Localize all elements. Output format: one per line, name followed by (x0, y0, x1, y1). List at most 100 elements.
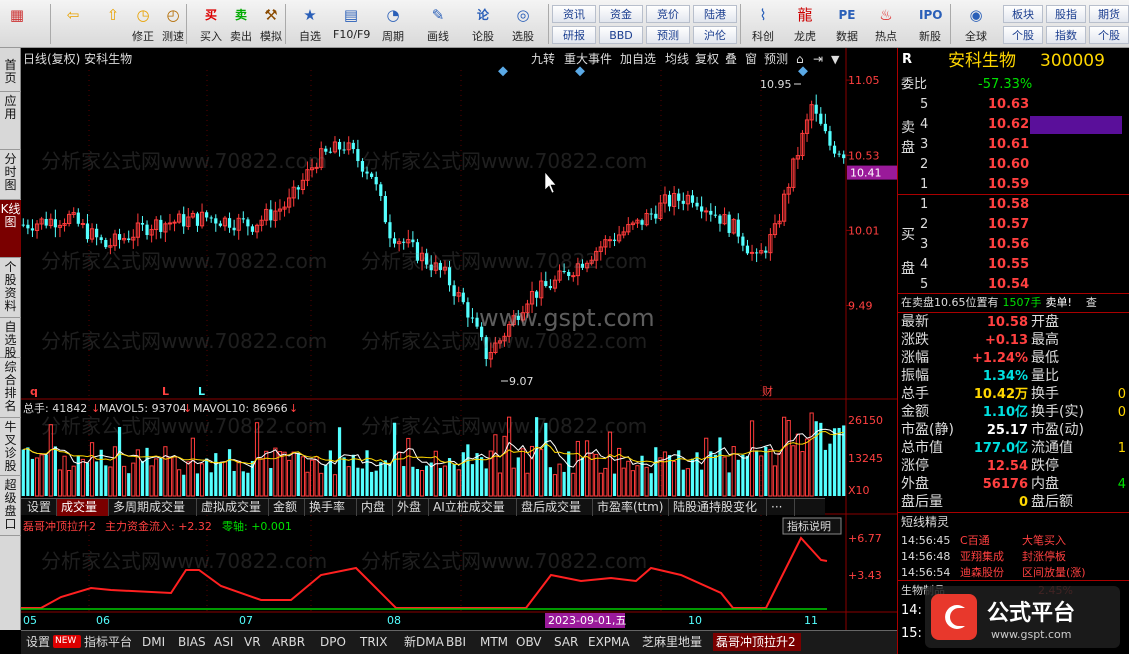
left-tab[interactable]: 应用 (0, 92, 21, 150)
sell-price[interactable]: 10.60 (988, 156, 1029, 173)
indicator-tab[interactable]: 指标平台 (81, 633, 139, 651)
mini-button[interactable]: 股指 (1046, 5, 1086, 23)
indicator-tab[interactable]: DMI (139, 633, 175, 651)
indicator-tab[interactable]: ARBR (269, 633, 317, 651)
mini-button[interactable]: 竞价 (646, 5, 690, 23)
dropdown-icon[interactable]: ▼ (831, 53, 840, 66)
chart-header-button[interactable]: 九转 (531, 51, 555, 66)
mini-button[interactable]: 陆港 (693, 5, 737, 23)
indicator-tab[interactable]: MTM (477, 633, 513, 651)
buy-price[interactable]: 10.54 (988, 276, 1029, 293)
globe-button[interactable]: ◉ 全球 (958, 2, 994, 46)
buy-price[interactable]: 10.57 (988, 216, 1029, 233)
mini-button[interactable]: 预测 (646, 26, 690, 44)
panel-tab[interactable]: ··· (767, 499, 795, 516)
star-button[interactable]: ★ 自选 (292, 2, 328, 46)
chart-header-button[interactable]: 均线 (665, 52, 689, 66)
dragon-button[interactable]: 龍龙虎 (787, 2, 823, 46)
indicator-tab[interactable]: SAR (551, 633, 585, 651)
notice-more[interactable]: 查 (1086, 296, 1097, 309)
volume-bar (388, 463, 392, 496)
chart-header-button[interactable]: 加自选 (620, 52, 656, 66)
left-tab[interactable]: 超级盘口 (0, 476, 21, 536)
panel-tab[interactable]: 金额 (269, 499, 305, 516)
mini-button[interactable]: 指数 (1046, 26, 1086, 44)
panel-tab[interactable]: 陆股通持股变化 (669, 499, 767, 516)
left-tab[interactable]: 个股资料 (0, 258, 21, 318)
lock-icon[interactable]: ⌂ (796, 52, 804, 66)
mini-button[interactable]: 沪伦 (693, 26, 737, 44)
event-diamond-icon[interactable] (498, 66, 508, 77)
panel-tab[interactable]: 换手率 (305, 499, 357, 516)
left-tab[interactable]: 首页 (0, 56, 21, 92)
chart-header-button[interactable]: 预测 (764, 52, 788, 66)
mini-button[interactable]: 期货 (1089, 5, 1129, 23)
indicator-tab[interactable]: VR (241, 633, 269, 651)
indicator-tab[interactable]: BBI (443, 633, 477, 651)
sell-price[interactable]: 10.63 (988, 96, 1029, 113)
f10-button[interactable]: ▤ F10/F9 (333, 2, 370, 46)
ipo-button[interactable]: IPO 新股 (912, 2, 948, 46)
sell-price[interactable]: 10.59 (988, 176, 1029, 193)
panel-tab[interactable]: 外盘 (393, 499, 429, 516)
event-diamond-icon[interactable] (798, 66, 808, 77)
chart-header-button[interactable]: 重大事件 (564, 52, 612, 66)
left-tab[interactable]: 牛叉诊股 (0, 418, 21, 476)
mini-button[interactable]: 板块 (1003, 5, 1043, 23)
chart-search-button[interactable]: ◎ 选股 (505, 2, 541, 46)
indicator-tab[interactable]: DPO (317, 633, 357, 651)
left-tab[interactable]: 分时图 (0, 150, 21, 200)
left-tab[interactable]: 自选股 (0, 318, 21, 360)
expand-icon[interactable]: ⇥ (813, 52, 823, 66)
pen-button[interactable]: ✎ 画线 (420, 2, 456, 46)
event-diamond-icon[interactable] (575, 66, 585, 77)
indicator-tab[interactable]: 芝麻里地量 (639, 633, 713, 651)
forum-button[interactable]: 论论股 (465, 2, 501, 46)
sell-price[interactable]: 10.62 (988, 116, 1029, 133)
mini-button[interactable]: 资金 (599, 5, 643, 23)
buy-price[interactable]: 10.56 (988, 236, 1029, 253)
mini-button[interactable]: BBD (599, 26, 643, 44)
panel-tab[interactable]: 虚拟成交量 (197, 499, 269, 516)
sell-price[interactable]: 10.61 (988, 136, 1029, 153)
chart-header-button[interactable]: 窗 (745, 52, 757, 66)
large-order-notice[interactable]: 在卖盘10.65位置有 1507手 卖单! 查 (901, 295, 1129, 311)
mini-button[interactable]: 个股 (1003, 26, 1043, 44)
short-line-stock[interactable]: 迪森股份 (960, 564, 1004, 581)
short-line-stock[interactable]: 亚翔集成 (960, 548, 1004, 565)
indicator-tab[interactable]: BIAS (175, 633, 211, 651)
indicator-tab[interactable]: TRIX (357, 633, 401, 651)
indicator-tab[interactable]: ASI (211, 633, 241, 651)
mini-button[interactable]: 研报 (552, 26, 596, 44)
indicator-tab[interactable]: 磊哥冲顶拉升2 (713, 633, 801, 651)
panel-tab[interactable]: 成交量 (57, 499, 109, 516)
panel-tab[interactable]: 设置 (23, 499, 57, 516)
short-line-title[interactable]: 短线精灵 (901, 514, 949, 531)
indicator-tab[interactable]: EXPMA (585, 633, 639, 651)
indicator-tab[interactable]: 设置 (23, 633, 53, 651)
pe-button[interactable]: PE 数据 (829, 2, 865, 46)
indicator-tab[interactable]: OBV (513, 633, 551, 651)
hammer-button[interactable]: ⚒ 模拟 (253, 2, 289, 46)
panel-tab[interactable]: 市盈率(ttm) (593, 499, 669, 516)
chart-header-button[interactable]: 叠 (725, 52, 737, 66)
left-tab[interactable]: 综合排名 (0, 358, 21, 418)
hot-button[interactable]: ♨ 热点 (868, 2, 904, 46)
period-button[interactable]: ◔ 周期 (375, 2, 411, 46)
indicator-tab[interactable]: 新DMA (401, 633, 444, 651)
mini-button[interactable]: 资讯 (552, 5, 596, 23)
chart-area[interactable]: 日线(复权) 安科生物 九转 重大事件 加自选 均线 复权叠窗预测 ⌂ ⇥ ▼ 11.05 10.5… (21, 48, 897, 630)
short-line-stock[interactable]: C百通 (960, 532, 990, 549)
buy-price[interactable]: 10.55 (988, 256, 1029, 273)
chart-header-button[interactable]: 复权 (695, 52, 719, 66)
grid-button[interactable]: ▦ (2, 2, 32, 46)
back-arrow-button[interactable]: ⇦ (56, 2, 90, 46)
panel-tab[interactable]: 内盘 (357, 499, 393, 516)
kechuang-button[interactable]: ⌇ 科创 (745, 2, 781, 46)
panel-tab[interactable]: AI立桩成交量 (429, 499, 517, 516)
panel-tab[interactable]: 多周期成交量 (109, 499, 197, 516)
panel-tab[interactable]: 盘后成交量 (517, 499, 593, 516)
mini-button[interactable]: 个股 (1089, 26, 1129, 44)
buy-price[interactable]: 10.58 (988, 196, 1029, 213)
left-tab[interactable]: K线图 (0, 200, 21, 258)
